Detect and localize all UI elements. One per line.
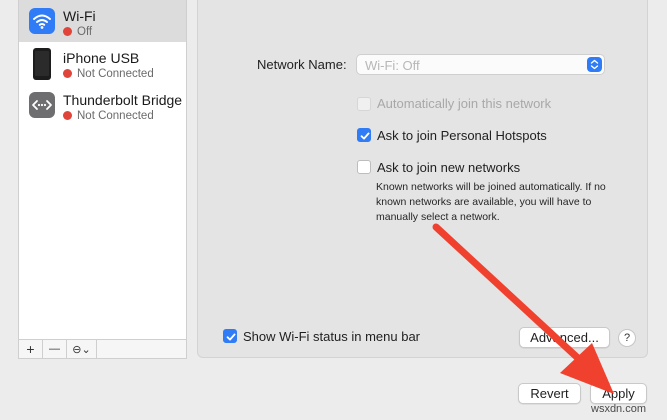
network-name-select[interactable]: Wi-Fi: Off bbox=[356, 54, 605, 75]
personal-hotspots-label: Ask to join Personal Hotspots bbox=[377, 128, 547, 143]
watermark: wsxdn.com bbox=[591, 403, 647, 415]
status-dot-icon bbox=[63, 27, 72, 36]
iphone-icon bbox=[29, 48, 55, 80]
personal-hotspots-checkbox[interactable] bbox=[357, 128, 371, 142]
auto-join-label: Automatically join this network bbox=[377, 96, 552, 111]
help-button[interactable]: ? bbox=[618, 329, 636, 347]
service-status: Not Connected bbox=[63, 110, 154, 122]
network-name-label: Network Name: bbox=[257, 57, 347, 72]
network-name-value: Wi-Fi: Off bbox=[365, 58, 420, 73]
new-networks-checkbox[interactable] bbox=[357, 160, 371, 174]
service-name: iPhone USB bbox=[63, 50, 140, 66]
add-service-button[interactable]: + bbox=[19, 340, 43, 358]
service-status: Off bbox=[63, 26, 92, 38]
auto-join-checkbox[interactable] bbox=[357, 97, 371, 111]
chevron-up-down-icon bbox=[587, 57, 602, 72]
thunderbolt-bridge-icon bbox=[29, 92, 55, 118]
new-networks-label: Ask to join new networks bbox=[377, 160, 521, 175]
apply-button[interactable]: Apply bbox=[590, 383, 647, 404]
remove-service-button[interactable]: — bbox=[43, 340, 67, 358]
service-list-toolbar: + — ⊖⌄ bbox=[18, 339, 187, 359]
service-item-iphone-usb[interactable]: iPhone USB Not Connected bbox=[19, 42, 186, 84]
service-item-wifi[interactable]: Wi-Fi Off bbox=[19, 0, 186, 42]
service-status: Not Connected bbox=[63, 68, 154, 80]
wifi-icon bbox=[29, 8, 55, 34]
service-item-thunderbolt-bridge[interactable]: Thunderbolt Bridge Not Connected bbox=[19, 84, 186, 126]
service-name: Thunderbolt Bridge bbox=[63, 92, 183, 108]
advanced-button[interactable]: Advanced... bbox=[519, 327, 610, 348]
checkmark-icon bbox=[226, 333, 236, 341]
show-status-checkbox[interactable] bbox=[223, 329, 237, 343]
join-networks-note: Known networks will be joined automatica… bbox=[376, 181, 606, 223]
status-dot-icon bbox=[63, 69, 72, 78]
service-list: Wi-Fi Off iPhone USB Not Connected Thund… bbox=[18, 0, 187, 340]
revert-button[interactable]: Revert bbox=[518, 383, 581, 404]
status-dot-icon bbox=[63, 111, 72, 120]
action-menu-button[interactable]: ⊖⌄ bbox=[67, 340, 97, 358]
checkmark-icon bbox=[360, 132, 370, 140]
show-status-label: Show Wi-Fi status in menu bar bbox=[243, 329, 421, 344]
service-name: Wi-Fi bbox=[63, 8, 96, 24]
